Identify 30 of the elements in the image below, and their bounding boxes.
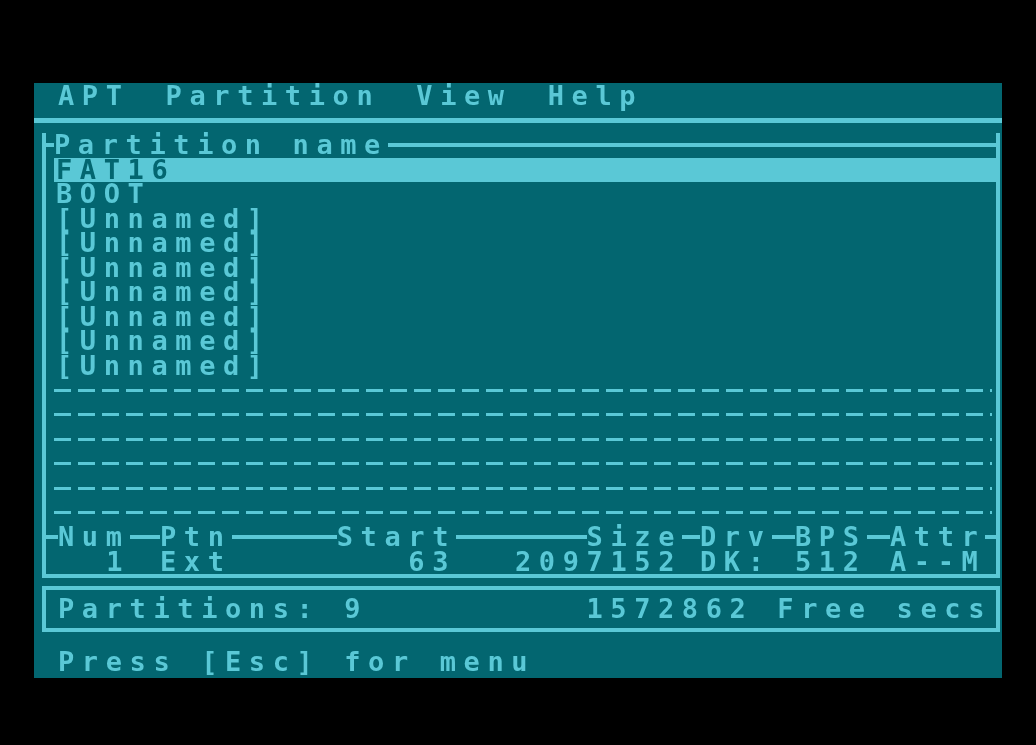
- partition-name[interactable]: [Unnamed]: [54, 255, 271, 280]
- partition-name[interactable]: [Unnamed]: [54, 206, 271, 231]
- menu-item[interactable]: APT: [58, 83, 130, 109]
- partition-name[interactable]: [Unnamed]: [54, 304, 271, 329]
- table-cell: 2097152: [515, 549, 682, 574]
- table-cell: Ext: [160, 549, 232, 574]
- empty-slot[interactable]: [54, 486, 992, 490]
- empty-slot[interactable]: [54, 511, 992, 515]
- partition-name[interactable]: FAT16: [54, 157, 996, 182]
- menu-item[interactable]: View: [416, 83, 512, 109]
- free-space: 1572862 Free secs: [586, 596, 992, 622]
- partition-name[interactable]: BOOT: [54, 182, 152, 207]
- partition-name[interactable]: [Unnamed]: [54, 353, 271, 378]
- table-cell: A--M: [890, 549, 986, 574]
- empty-slot[interactable]: [54, 462, 992, 466]
- table-cell: DK:: [700, 549, 772, 574]
- table-cell: 63: [408, 549, 456, 574]
- table-cell: 1: [106, 549, 130, 574]
- menu-item[interactable]: Partition: [165, 83, 381, 109]
- hint-text: Press [Esc] for menu: [57, 650, 537, 675]
- empty-slot[interactable]: [54, 413, 992, 417]
- empty-slot[interactable]: [54, 437, 992, 441]
- partition-name[interactable]: [Unnamed]: [54, 280, 271, 305]
- list-title: Partition name: [54, 133, 388, 158]
- empty-slot[interactable]: [54, 388, 992, 392]
- menu-item[interactable]: Help: [547, 83, 644, 109]
- partition-count: Partitions: 9: [58, 596, 369, 622]
- partition-name[interactable]: [Unnamed]: [54, 329, 271, 354]
- partition-name[interactable]: [Unnamed]: [54, 231, 271, 256]
- table-cell: 512: [795, 549, 867, 574]
